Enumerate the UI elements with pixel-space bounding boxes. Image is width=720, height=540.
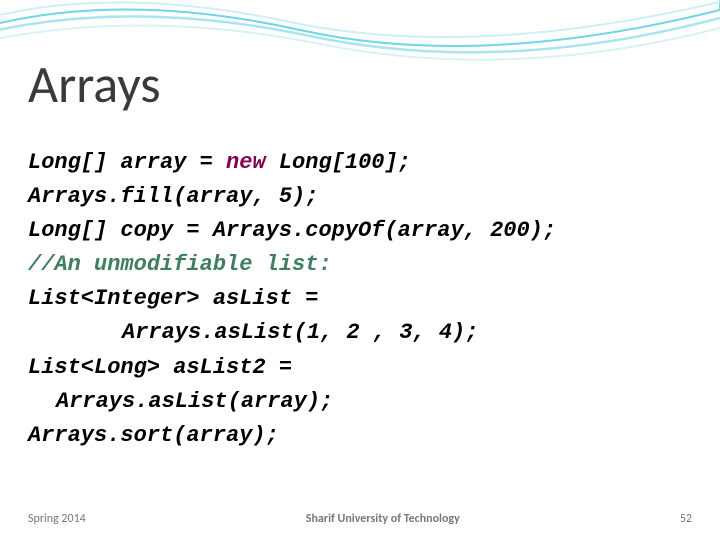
code-line-1: Long[] array = new Long[100]; <box>28 146 700 180</box>
code-comment: //An unmodifiable list: <box>28 248 700 282</box>
code-line-5: List<Integer> asList = <box>28 282 700 316</box>
page-title: Arrays <box>28 52 161 116</box>
keyword-new: new <box>226 150 266 175</box>
slide: Arrays Long[] array = new Long[100]; Arr… <box>0 0 720 540</box>
code-line-6: Arrays.asList(1, 2 , 3, 4); <box>28 316 700 350</box>
page-number: 52 <box>680 512 692 526</box>
code-line-8: Arrays.asList(array); <box>28 385 700 419</box>
code-line-3: Long[] copy = Arrays.copyOf(array, 200); <box>28 214 700 248</box>
footer-term: Spring 2014 <box>28 512 86 526</box>
code-line-7: List<Long> asList2 = <box>28 351 700 385</box>
code-line-2: Arrays.fill(array, 5); <box>28 180 700 214</box>
footer: Spring 2014 Sharif University of Technol… <box>0 512 720 526</box>
footer-institution: Sharif University of Technology <box>306 512 460 526</box>
code-line-9: Arrays.sort(array); <box>28 419 700 453</box>
code-text: Long[] array = <box>28 150 226 175</box>
code-block: Long[] array = new Long[100]; Arrays.fil… <box>28 146 700 453</box>
code-text: Long[100]; <box>266 150 411 175</box>
